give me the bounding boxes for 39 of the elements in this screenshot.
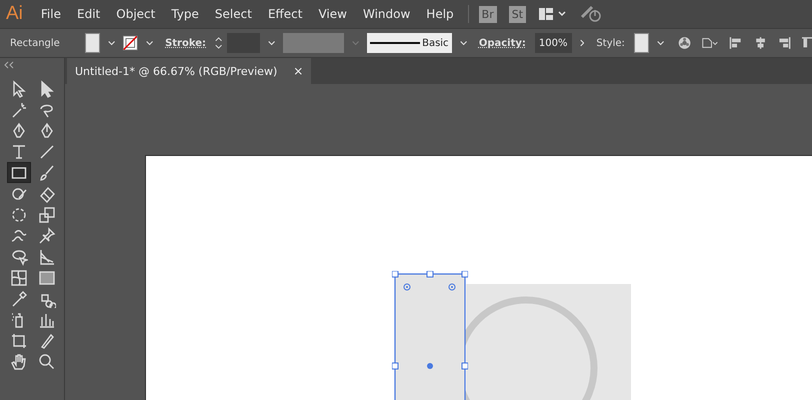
chevron-down-icon[interactable] — [460, 40, 467, 46]
menu-item[interactable]: Object — [108, 7, 164, 21]
close-tab-button[interactable]: × — [293, 64, 304, 78]
menu-item[interactable]: File — [32, 7, 69, 21]
document-tab[interactable]: Untitled-1* @ 66.67% (RGB/Preview) × — [67, 58, 312, 84]
recolor-wheel-icon[interactable] — [678, 34, 692, 52]
menu-item[interactable]: Help — [418, 7, 462, 21]
chevron-down-icon[interactable] — [268, 40, 276, 46]
menu-item[interactable]: Select — [206, 7, 260, 21]
chevron-down-icon[interactable] — [657, 40, 664, 46]
style-label: Style: — [596, 38, 625, 48]
stroke-label[interactable]: Stroke: — [165, 38, 206, 48]
menu-item[interactable]: Edit — [69, 7, 108, 21]
style-swatch[interactable] — [634, 33, 650, 53]
menu-item[interactable]: Effect — [260, 7, 310, 21]
menu-item[interactable]: Type — [163, 7, 207, 21]
menu-item[interactable]: View — [310, 7, 355, 21]
chevron-down-icon[interactable] — [146, 40, 154, 46]
align-right-icon[interactable] — [778, 34, 791, 52]
app-logo: Ai — [6, 3, 23, 25]
workspace-icon[interactable] — [538, 6, 568, 22]
rectangle-icon[interactable] — [8, 163, 30, 182]
opacity-field[interactable]: 100% — [534, 33, 572, 53]
stroke-none-swatch[interactable] — [123, 33, 138, 53]
fill-swatch[interactable] — [84, 33, 100, 53]
stepper-icon[interactable] — [215, 35, 222, 51]
collapse-icon[interactable] — [4, 61, 14, 69]
brush-field[interactable]: Basic — [367, 33, 452, 53]
align-left-icon[interactable] — [729, 34, 743, 52]
chevron-right-icon[interactable] — [580, 38, 584, 48]
chevron-down-icon — [352, 40, 360, 46]
document-icon[interactable] — [702, 36, 718, 50]
sync-icon[interactable] — [580, 5, 602, 23]
width-profile-field[interactable] — [283, 33, 344, 53]
chevron-down-icon[interactable] — [108, 40, 116, 46]
opacity-label[interactable]: Opacity: — [478, 38, 526, 48]
menu-item[interactable]: Window — [354, 7, 418, 21]
tool-name-label: Rectangle — [10, 38, 60, 48]
align-center-icon[interactable] — [754, 34, 767, 52]
